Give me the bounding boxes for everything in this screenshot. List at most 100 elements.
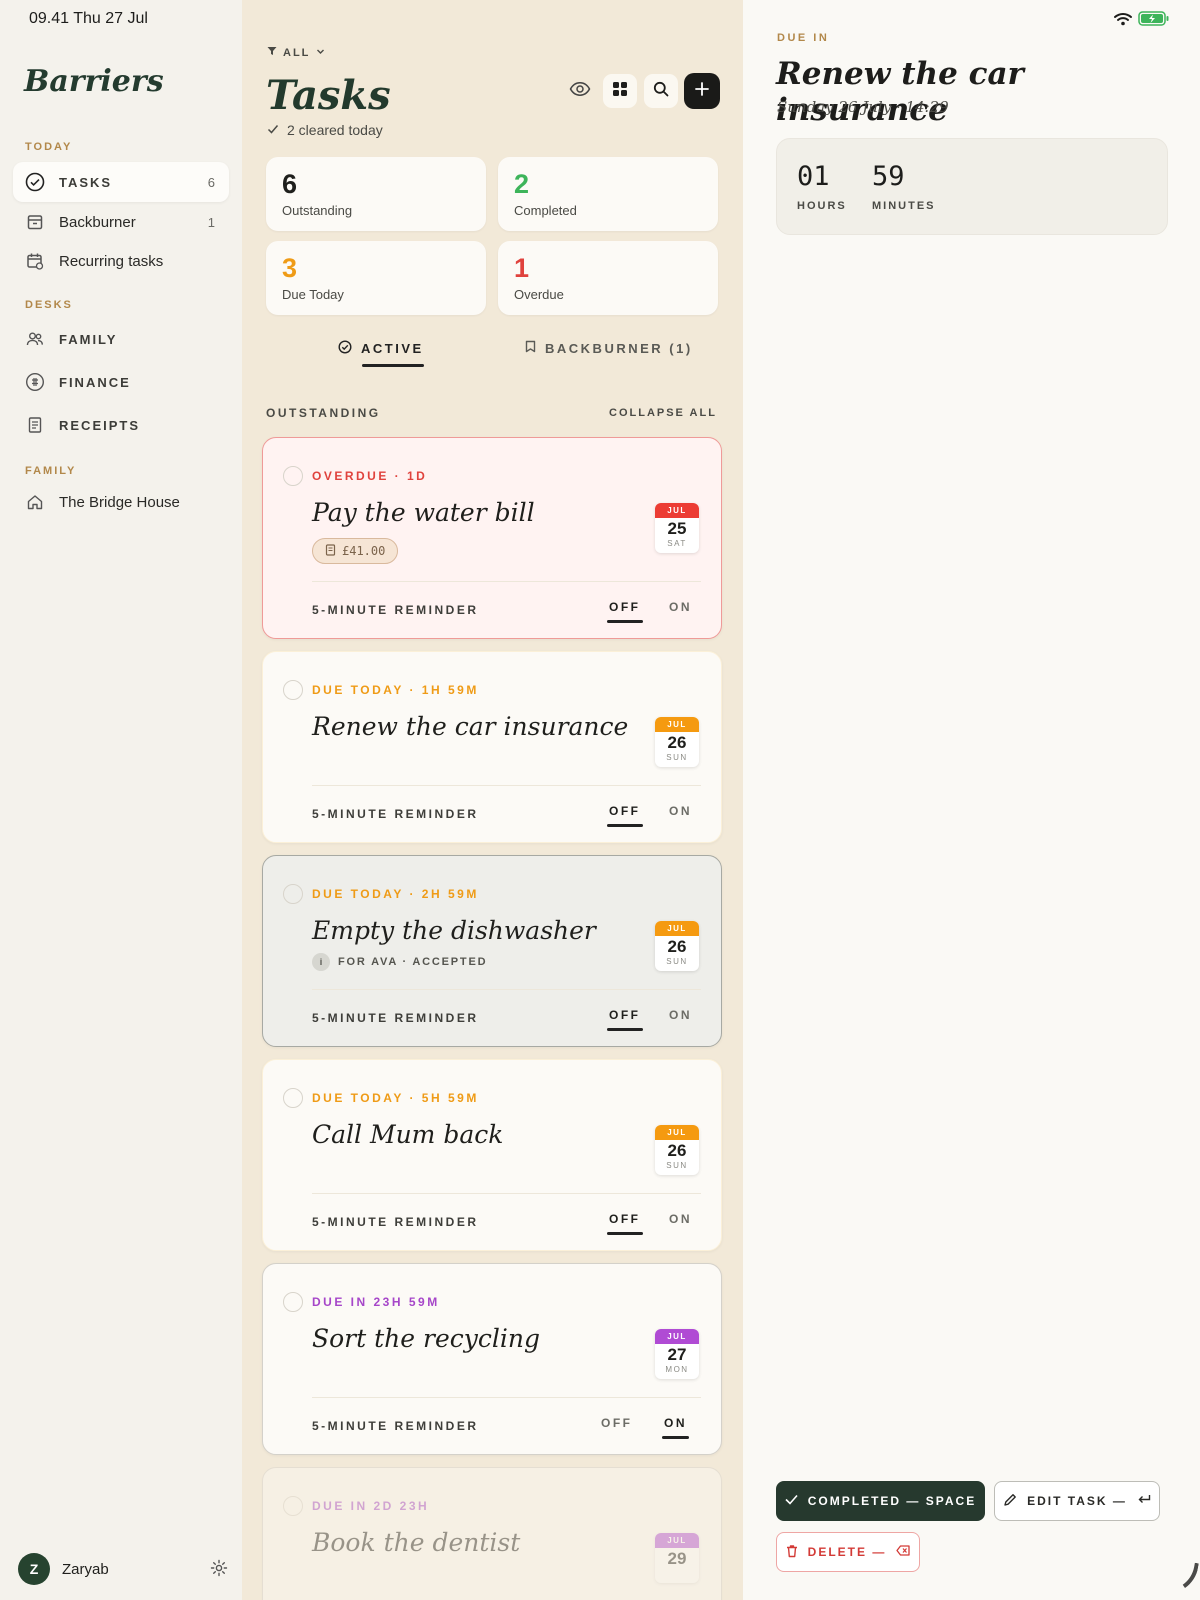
- filter-label: ALL: [283, 46, 311, 59]
- add-task-button[interactable]: [684, 73, 720, 109]
- task-card[interactable]: DUE TODAY · 5H 59M Call Mum back JUL 26 SUN 5…: [262, 1059, 722, 1251]
- reminder-label: 5-MINUTE REMINDER: [312, 1419, 479, 1433]
- stat-completed[interactable]: 2 Completed: [498, 157, 718, 231]
- tab-label: ACTIVE: [361, 341, 424, 356]
- status-time: 09.41 Thu 27 Jul: [29, 10, 148, 27]
- tab-active[interactable]: ACTIVE: [338, 340, 424, 367]
- edit-task-button[interactable]: EDIT TASK —: [994, 1481, 1160, 1521]
- due-status: DUE IN 23H 59M: [312, 1295, 440, 1309]
- reminder-on-toggle[interactable]: ON: [662, 1416, 689, 1439]
- task-title: Renew the car insurance: [312, 712, 629, 741]
- filter-dropdown[interactable]: ALL: [267, 46, 325, 59]
- tab-backburner[interactable]: BACKBURNER (1): [525, 340, 693, 356]
- delete-button[interactable]: DELETE —: [776, 1532, 920, 1572]
- home-icon: [25, 492, 45, 512]
- status-icons: [1114, 11, 1170, 31]
- collapse-all-button[interactable]: COLLAPSE ALL: [609, 407, 717, 419]
- sidebar-item-label: Backburner: [59, 213, 136, 231]
- sidebar-item-finance[interactable]: FINANCE: [13, 362, 229, 402]
- home-indicator: [1157, 1557, 1199, 1599]
- reminder-off-toggle[interactable]: OFF: [607, 600, 642, 623]
- visibility-button[interactable]: [563, 74, 597, 108]
- complete-checkbox[interactable]: [283, 466, 303, 486]
- task-card[interactable]: DUE IN 23H 59M Sort the recycling JUL 27 MON…: [262, 1263, 722, 1455]
- reminder-on-toggle[interactable]: ON: [669, 600, 692, 614]
- task-card[interactable]: DUE IN 2D 23HBook the dentistJUL295-MINU…: [262, 1467, 722, 1600]
- task-list-pane: ALL Tasks 2 cleared today 6 Outstanding: [242, 0, 743, 1600]
- task-card[interactable]: DUE TODAY · 2H 59M Empty the dishwasher i F…: [262, 855, 722, 1047]
- task-title: Book the dentist: [312, 1528, 521, 1557]
- tasks-count: 6: [207, 174, 215, 190]
- date-badge: JUL 26 SUN: [655, 717, 699, 767]
- date-day: 26: [667, 937, 687, 956]
- countdown-panel: 01 HOURS 59 MINUTES: [776, 138, 1168, 235]
- date-day: 26: [667, 733, 687, 752]
- due-status: DUE TODAY · 2H 59M: [312, 887, 479, 901]
- complete-checkbox[interactable]: [283, 884, 303, 904]
- date-badge: JUL 26 SUN: [655, 1125, 699, 1175]
- complete-checkbox[interactable]: [283, 1292, 303, 1312]
- people-icon: [25, 329, 45, 349]
- date-weekday: SUN: [666, 753, 688, 762]
- grid-view-button[interactable]: [603, 74, 637, 108]
- return-key-icon: [1137, 1494, 1151, 1508]
- reminder-off-toggle[interactable]: OFF: [601, 1416, 633, 1430]
- stat-label: Outstanding: [282, 203, 353, 218]
- date-weekday: SAT: [667, 539, 687, 548]
- card-divider: [312, 1193, 701, 1194]
- card-divider: [312, 581, 701, 582]
- detail-datetime: Sunday 26 July · 14:29: [777, 98, 949, 116]
- page-title: Tasks: [266, 72, 391, 119]
- cleared-label: 2 cleared today: [287, 122, 383, 138]
- reminder-off-toggle[interactable]: OFF: [607, 804, 642, 827]
- complete-button[interactable]: COMPLETED — SPACE: [776, 1481, 985, 1521]
- stat-outstanding[interactable]: 6 Outstanding: [266, 157, 486, 231]
- date-month: JUL: [655, 503, 699, 518]
- gear-icon[interactable]: [210, 1559, 228, 1582]
- stat-overdue[interactable]: 1 Overdue: [498, 241, 718, 315]
- sidebar-item-recurring[interactable]: Recurring tasks: [13, 241, 229, 281]
- reminder-on-toggle[interactable]: ON: [669, 804, 692, 818]
- checkmark-icon: [785, 1494, 798, 1508]
- check-circle-icon: [338, 340, 352, 357]
- complete-checkbox[interactable]: [283, 1496, 303, 1516]
- sidebar-item-family[interactable]: FAMILY: [13, 319, 229, 359]
- pencil-icon: [1003, 1493, 1017, 1510]
- sidebar-item-bridge-house[interactable]: The Bridge House: [13, 482, 229, 522]
- date-weekday: SUN: [666, 1161, 688, 1170]
- plus-icon: [694, 81, 710, 102]
- amount-value: £41.00: [342, 544, 386, 558]
- complete-checkbox[interactable]: [283, 1088, 303, 1108]
- complete-label: COMPLETED — SPACE: [807, 1494, 977, 1508]
- calendar-repeat-icon: [25, 251, 45, 271]
- sidebar-item-receipts[interactable]: RECEIPTS: [13, 405, 229, 445]
- task-title: Call Mum back: [312, 1120, 504, 1149]
- task-card[interactable]: OVERDUE · 1D Pay the water bill £41.00 JUL 2…: [262, 437, 722, 639]
- user-profile[interactable]: Z Zaryab: [18, 1553, 228, 1585]
- reminder-off-toggle[interactable]: OFF: [607, 1008, 642, 1031]
- countdown-hours: 01 HOURS: [797, 161, 847, 212]
- sidebar: 09.41 Thu 27 Jul Barriers TODAY TASKS 6 …: [0, 0, 242, 1600]
- card-divider: [312, 989, 701, 990]
- trash-icon: [786, 1544, 798, 1561]
- reminder-on-toggle[interactable]: ON: [669, 1212, 692, 1226]
- detail-title: Renew the car insurance: [776, 56, 1024, 128]
- reminder-on-toggle[interactable]: ON: [669, 1008, 692, 1022]
- complete-checkbox[interactable]: [283, 680, 303, 700]
- card-divider: [312, 785, 701, 786]
- date-weekday: MON: [665, 1365, 689, 1374]
- sidebar-item-tasks[interactable]: TASKS 6: [13, 162, 229, 202]
- task-card[interactable]: DUE TODAY · 1H 59M Renew the car insuranc…: [262, 651, 722, 843]
- sidebar-item-backburner[interactable]: Backburner 1: [13, 202, 229, 242]
- date-day: 29: [667, 1549, 687, 1568]
- hours-value: 01: [797, 161, 830, 192]
- receipt-icon: [325, 543, 336, 559]
- stat-label: Overdue: [514, 287, 564, 302]
- search-button[interactable]: [644, 74, 678, 108]
- countdown-minutes: 59 MINUTES: [872, 161, 936, 212]
- reminder-off-toggle[interactable]: OFF: [607, 1212, 642, 1235]
- backspace-key-icon: [896, 1545, 910, 1559]
- wifi-icon: [1114, 12, 1132, 31]
- sidebar-item-label: RECEIPTS: [59, 417, 141, 433]
- stat-due-today[interactable]: 3 Due Today: [266, 241, 486, 315]
